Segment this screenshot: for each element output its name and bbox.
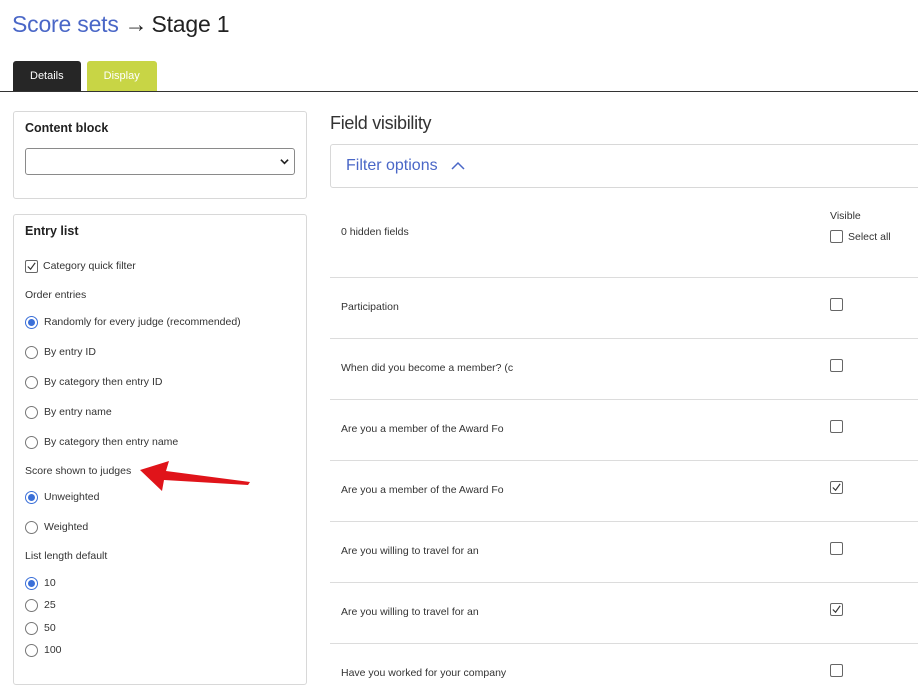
list-length-option-label: 25 (44, 599, 56, 611)
radio-button[interactable] (25, 405, 38, 419)
content-block-panel: Content block (13, 111, 307, 199)
table-row: Are you a member of the Award Fo (330, 461, 918, 522)
order-option-entry-id[interactable]: By entry ID (25, 344, 96, 360)
order-option-label: By entry ID (44, 346, 96, 358)
list-length-option-label: 10 (44, 577, 56, 589)
list-length-option-25[interactable]: 25 (25, 597, 56, 613)
radio-button[interactable] (25, 621, 38, 635)
table-row: Are you willing to travel for an (330, 522, 918, 583)
field-name: Are you a member of the Award Fo (341, 423, 504, 435)
breadcrumb: Score sets → Stage 1 (12, 10, 230, 38)
radio-button[interactable] (25, 490, 38, 504)
content-block-title: Content block (25, 121, 109, 135)
list-length-option-label: 50 (44, 622, 56, 634)
hidden-fields-count: 0 hidden fields (341, 226, 409, 238)
visible-checkbox[interactable] (830, 542, 843, 555)
field-name: Are you willing to travel for an (341, 545, 479, 557)
list-length-option-50[interactable]: 50 (25, 620, 56, 636)
select-all-label: Select all (848, 230, 891, 243)
score-option-label: Weighted (44, 521, 89, 533)
chevron-up-icon (451, 161, 465, 170)
category-quick-filter-checkbox[interactable] (25, 259, 38, 273)
table-row: When did you become a member? (c (330, 339, 918, 400)
chevron-down-icon (280, 159, 289, 165)
score-option-weighted[interactable]: Weighted (25, 519, 88, 535)
order-option-label: By entry name (44, 406, 112, 418)
radio-button[interactable] (25, 345, 38, 359)
list-length-option-100[interactable]: 100 (25, 642, 62, 658)
table-row: Are you willing to travel for an (330, 583, 918, 644)
visible-checkbox[interactable] (830, 359, 843, 372)
select-all[interactable]: Select all (830, 230, 891, 243)
radio-button[interactable] (25, 435, 38, 449)
content-block-select[interactable] (25, 148, 295, 175)
checkmark-icon (832, 605, 841, 614)
field-name: Are you a member of the Award Fo (341, 484, 504, 496)
radio-button[interactable] (25, 375, 38, 389)
page-title: Stage 1 (151, 11, 230, 37)
order-option-category-entry-name[interactable]: By category then entry name (25, 434, 178, 450)
score-option-unweighted[interactable]: Unweighted (25, 489, 99, 505)
field-name: Are you willing to travel for an (341, 606, 479, 618)
field-name: When did you become a member? (c (341, 362, 514, 374)
table-row: Are you a member of the Award Fo (330, 400, 918, 461)
radio-button[interactable] (25, 598, 38, 612)
score-shown-label: Score shown to judges (25, 465, 132, 477)
order-entries-label: Order entries (25, 289, 87, 301)
select-all-checkbox[interactable] (830, 230, 843, 243)
visibility-header-row: 0 hidden fields Visible Select all (330, 200, 918, 278)
field-name: Participation (341, 301, 399, 313)
order-option-label: Randomly for every judge (recommended) (44, 316, 241, 328)
list-length-option-10[interactable]: 10 (25, 575, 56, 591)
visible-checkbox[interactable] (830, 298, 843, 311)
category-quick-filter-label: Category quick filter (43, 260, 136, 272)
table-row: Have you worked for your company (330, 644, 918, 688)
field-visibility-title: Field visibility (330, 113, 432, 133)
filter-options-label: Filter options (346, 157, 438, 174)
tab-divider (0, 91, 918, 92)
order-option-entry-name[interactable]: By entry name (25, 404, 112, 420)
order-option-random[interactable]: Randomly for every judge (recommended) (25, 314, 241, 330)
breadcrumb-link-score-sets[interactable]: Score sets (12, 11, 119, 37)
tab-bar: Details Display (13, 61, 157, 91)
filter-options-toggle[interactable]: Filter options (330, 144, 918, 188)
visible-checkbox[interactable] (830, 664, 843, 677)
breadcrumb-separator: → (124, 11, 148, 37)
entry-list-title: Entry list (25, 224, 79, 238)
order-option-label: By category then entry ID (44, 376, 163, 388)
radio-button[interactable] (25, 315, 38, 329)
red-arrow-icon (140, 461, 250, 491)
tab-details[interactable]: Details (13, 61, 81, 91)
checkmark-icon (27, 261, 36, 270)
visible-column-header: Visible (830, 210, 861, 222)
tab-display[interactable]: Display (86, 61, 157, 91)
order-option-label: By category then entry name (44, 436, 179, 448)
order-option-category-entry-id[interactable]: By category then entry ID (25, 374, 162, 390)
entry-list-panel: Entry list Category quick filter Order e… (13, 214, 307, 685)
list-length-option-label: 100 (44, 644, 62, 656)
visible-checkbox[interactable] (830, 481, 843, 494)
radio-button[interactable] (25, 643, 38, 657)
checkmark-icon (832, 483, 841, 492)
list-length-label: List length default (25, 550, 108, 562)
visible-checkbox[interactable] (830, 420, 843, 433)
score-option-label: Unweighted (44, 491, 100, 503)
visible-checkbox[interactable] (830, 603, 843, 616)
field-name: Have you worked for your company (341, 667, 507, 679)
radio-button[interactable] (25, 520, 38, 534)
category-quick-filter[interactable]: Category quick filter (25, 258, 136, 274)
radio-button[interactable] (25, 576, 38, 590)
table-row: Participation (330, 278, 918, 339)
